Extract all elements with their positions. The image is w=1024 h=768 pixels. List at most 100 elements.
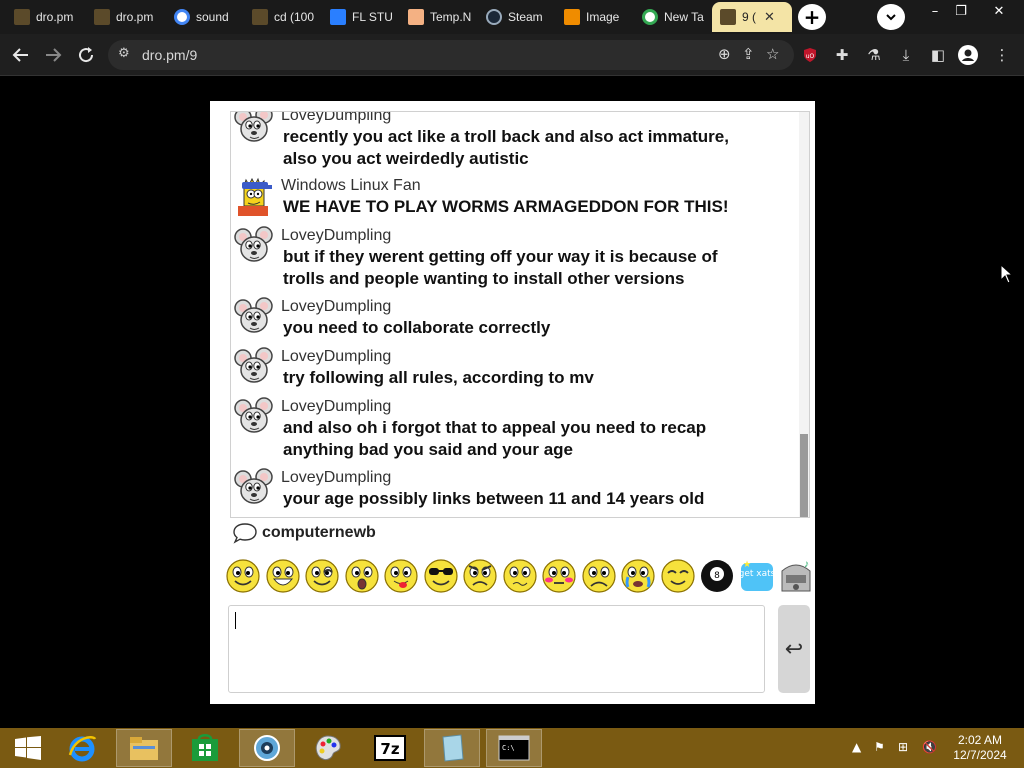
message-text: and also oh i forgot that to appeal you … — [283, 418, 707, 437]
user-avatar-mouse[interactable] — [234, 468, 274, 508]
user-avatar-mouse[interactable] — [234, 297, 274, 337]
smiley-smile-icon[interactable] — [224, 557, 262, 595]
maximize-button[interactable]: ❐ — [948, 2, 974, 20]
folder-icon — [130, 737, 158, 760]
show-hidden-icons-icon[interactable]: ▲ — [852, 740, 861, 754]
smiley-tongue-icon[interactable] — [382, 557, 420, 595]
smiley-biggrin-icon[interactable] — [264, 557, 302, 595]
forward-button[interactable] — [40, 42, 66, 68]
user-avatar-mouse[interactable] — [234, 112, 274, 146]
download-icon[interactable]: ⤓ — [896, 45, 916, 65]
bookmark-star-icon[interactable]: ☆ — [766, 45, 779, 63]
tab-title: FL STU — [352, 10, 393, 24]
smiley-getxats-icon[interactable]: get xats ★ — [738, 557, 776, 595]
browser-toolbar: ⚙ dro.pm/9 ⊕ ⇪ ☆ uO ✚ ⚗ ⤓ ◧ ⋮ — [0, 34, 1024, 76]
start-button[interactable] — [0, 729, 56, 767]
image-icon — [564, 9, 580, 25]
forward-arrow-icon — [46, 48, 62, 62]
taskbar-notepad[interactable] — [424, 729, 480, 767]
minimize-button[interactable]: – — [922, 2, 948, 20]
tab-title: sound — [196, 10, 229, 24]
smiley-cry-icon[interactable] — [619, 557, 657, 595]
smiley-8ball-icon[interactable]: 8 — [698, 557, 736, 595]
message-username[interactable]: Windows Linux Fan — [281, 176, 421, 196]
tab-10[interactable]: 9 (✕ — [712, 2, 792, 32]
clock[interactable]: 2:02 AM 12/7/2024 — [944, 733, 1016, 763]
url-text[interactable]: dro.pm/9 — [142, 47, 197, 63]
address-bar[interactable]: ⚙ dro.pm/9 ⊕ ⇪ ☆ — [108, 40, 794, 70]
site-info-icon[interactable]: ⚙ — [118, 46, 130, 61]
tab-5[interactable]: FL STU — [322, 2, 396, 32]
taskbar-paint[interactable] — [300, 729, 356, 767]
smiley-confused-icon[interactable] — [501, 557, 539, 595]
tab-6[interactable]: Temp.N — [400, 2, 474, 32]
clock-date: 12/7/2024 — [953, 748, 1007, 762]
message-username[interactable]: LoveyDumpling — [281, 468, 391, 488]
message-username[interactable]: LoveyDumpling — [281, 297, 391, 317]
labs-flask-icon[interactable]: ⚗ — [864, 45, 884, 65]
share-icon[interactable]: ⇪ — [742, 45, 755, 63]
tab-2[interactable]: dro.pm — [86, 2, 162, 32]
smiley-cool-icon[interactable] — [422, 557, 460, 595]
send-button[interactable]: ↩ — [778, 605, 810, 693]
speech-bubble-icon — [233, 523, 257, 544]
smiley-content-icon[interactable] — [659, 557, 697, 595]
scrollbar[interactable] — [799, 112, 809, 517]
action-center-flag-icon[interactable]: ⚑ — [874, 740, 885, 754]
taskbar-file-explorer[interactable] — [116, 729, 172, 767]
tab-search-button[interactable] — [877, 4, 905, 30]
menu-kebab-icon[interactable]: ⋮ — [992, 45, 1012, 65]
smiley-surprised-icon[interactable] — [343, 557, 381, 595]
7zip-icon: 7z — [374, 735, 406, 761]
volume-muted-icon[interactable]: 🔇 — [922, 740, 937, 754]
chrome-icon — [642, 9, 658, 25]
reload-button[interactable] — [73, 42, 99, 68]
message-text: but if they werent getting off your way … — [283, 247, 718, 266]
tab-title: New Ta — [664, 10, 704, 24]
smiley-frown-icon[interactable] — [580, 557, 618, 595]
taskbar-7zip[interactable]: 7z — [362, 729, 418, 767]
tab-1[interactable]: dro.pm — [6, 2, 82, 32]
tab-3[interactable]: sound — [166, 2, 240, 32]
profile-avatar-icon[interactable] — [958, 45, 978, 65]
tab-close-button[interactable]: ✕ — [764, 10, 775, 25]
window-close-button[interactable]: ✕ — [986, 2, 1012, 20]
folder-icon — [252, 9, 268, 25]
taskbar-command-prompt[interactable]: C:\ — [486, 729, 542, 767]
clock-time: 2:02 AM — [957, 733, 1003, 747]
taskbar-store[interactable] — [177, 729, 233, 767]
back-button[interactable] — [8, 42, 34, 68]
user-avatar-mouse[interactable] — [234, 226, 274, 266]
smiley-mad-icon[interactable] — [461, 557, 499, 595]
ublock-extension-icon[interactable]: uO — [800, 45, 820, 65]
tab-4[interactable]: cd (100 — [244, 2, 318, 32]
network-icon[interactable]: ⊞ — [898, 740, 908, 754]
taskbar-internet-explorer[interactable] — [54, 729, 110, 767]
command-prompt-icon: C:\ — [498, 735, 530, 761]
message-username[interactable]: LoveyDumpling — [281, 226, 391, 246]
message-input[interactable] — [228, 605, 765, 693]
extensions-icon[interactable]: ✚ — [832, 45, 852, 65]
tab-9[interactable]: New Ta — [634, 2, 708, 32]
scrollbar-thumb[interactable] — [800, 434, 808, 517]
svg-text:uO: uO — [806, 53, 815, 60]
smiley-jukebox-icon[interactable]: ♪ — [777, 557, 815, 595]
tab-title: Image — [586, 10, 620, 24]
zoom-icon[interactable]: ⊕ — [718, 45, 731, 63]
message-list: LoveyDumpling recently you act like a tro… — [230, 111, 810, 518]
user-avatar-mouse[interactable] — [234, 397, 274, 437]
side-panel-icon[interactable]: ◧ — [928, 45, 948, 65]
tab-7[interactable]: Steam — [478, 2, 552, 32]
message-username[interactable]: LoveyDumpling — [281, 347, 391, 367]
tab-strip: + – ❐ ✕ dro.pm dro.pm sound cd (100 FL STU Te… — [0, 0, 1024, 34]
user-avatar-mouse[interactable] — [234, 347, 274, 387]
user-avatar-bart[interactable] — [234, 176, 274, 216]
message-username[interactable]: LoveyDumpling — [281, 397, 391, 417]
new-tab-button[interactable]: + — [798, 4, 826, 30]
tab-8[interactable]: Image — [556, 2, 630, 32]
taskbar-vm-viewer[interactable] — [239, 729, 295, 767]
message-text: trolls and people wanting to install oth… — [283, 269, 685, 288]
smiley-wink-icon[interactable] — [303, 557, 341, 595]
smiley-redface-icon[interactable] — [540, 557, 578, 595]
message-username[interactable]: LoveyDumpling — [281, 112, 391, 126]
